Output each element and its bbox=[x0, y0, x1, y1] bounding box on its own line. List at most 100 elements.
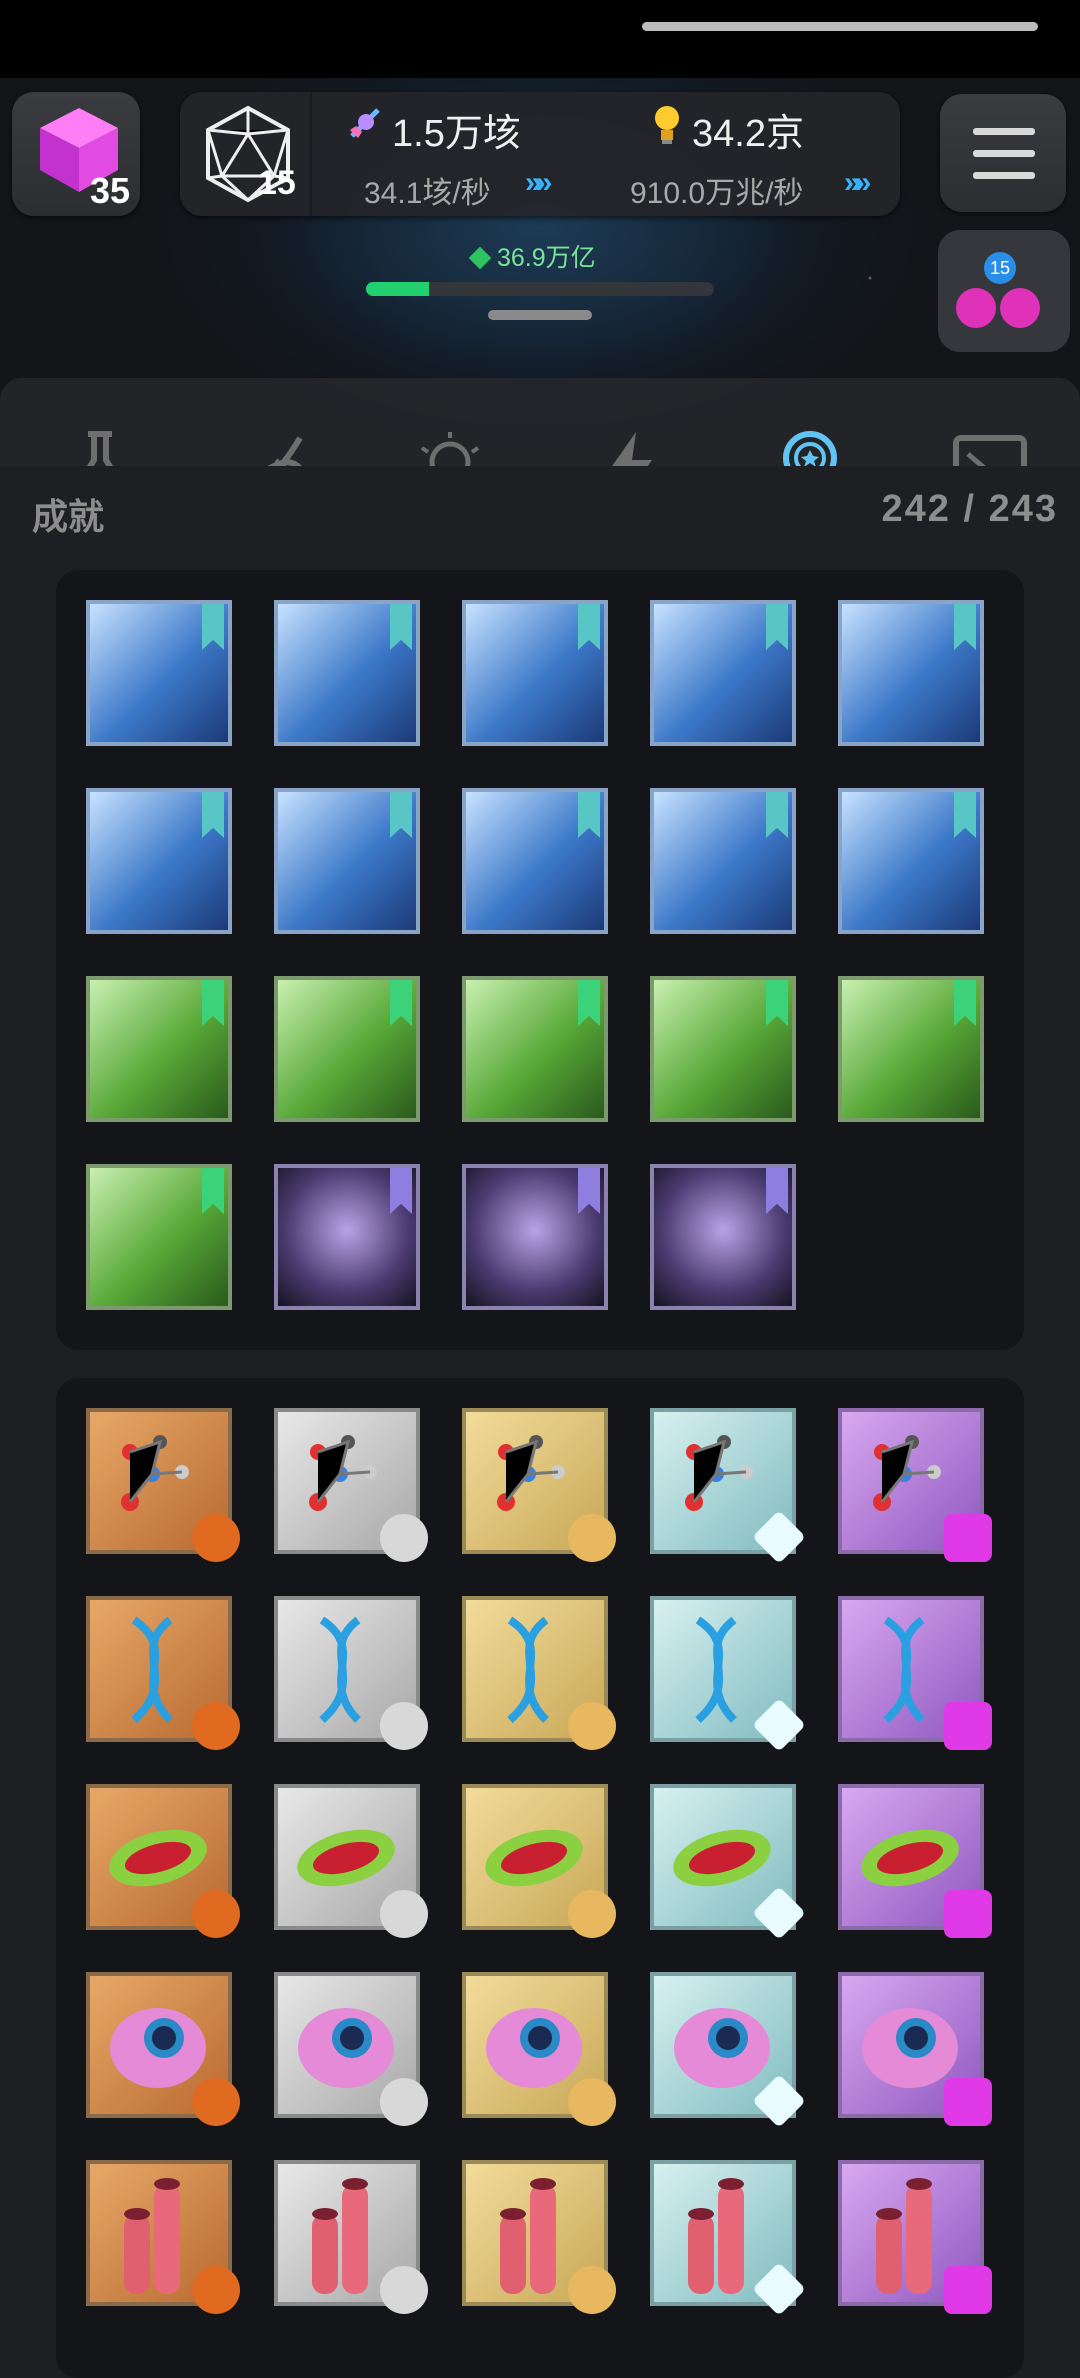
top-hud: 35 15 1.5万垓 34.1垓/秒 »» 34.2京 910.0万兆/秒 »… bbox=[0, 78, 1080, 466]
resource1-rate: 34.1垓/秒 bbox=[364, 177, 491, 210]
collection-tile-cell-gold[interactable] bbox=[462, 1972, 616, 2126]
achievement-tile-twin-stars[interactable] bbox=[650, 1164, 796, 1310]
achievement-tile-eagle[interactable] bbox=[838, 976, 984, 1122]
collection-tile-dna-strand-gold[interactable] bbox=[462, 1596, 616, 1750]
player-level: 35 bbox=[89, 170, 130, 211]
resource2-rate: 910.0万兆/秒 bbox=[630, 177, 804, 210]
collection-tile-dna-strand-amethyst[interactable] bbox=[838, 1596, 992, 1750]
achievement-tile-planet-moon[interactable] bbox=[462, 1164, 608, 1310]
tab-ideas[interactable]: 14 bbox=[390, 418, 510, 466]
collection-tile-tube-worms-silver[interactable] bbox=[274, 2160, 428, 2314]
resource1-boost-icon[interactable]: »» bbox=[525, 166, 552, 200]
tab-research[interactable]: 19 bbox=[40, 418, 160, 466]
bookmark-icon bbox=[202, 1168, 224, 1214]
bookmark-icon bbox=[766, 604, 788, 650]
bookmark-icon bbox=[954, 792, 976, 838]
pink-orb-icon bbox=[1000, 288, 1040, 328]
tab-energy[interactable] bbox=[570, 418, 690, 466]
collection-tile-molecule-diamond[interactable] bbox=[650, 1408, 806, 1564]
achievement-tile-people-walking[interactable] bbox=[838, 600, 984, 746]
gold-medal-icon bbox=[568, 1702, 616, 1750]
collection-tile-dna-strand-diamond[interactable] bbox=[650, 1596, 806, 1752]
bronze-medal-icon bbox=[192, 1890, 240, 1938]
collection-tile-tube-worms-gold[interactable] bbox=[462, 2160, 616, 2314]
resource-panel: 15 1.5万垓 34.1垓/秒 »» 34.2京 910.0万兆/秒 »» bbox=[180, 92, 900, 216]
achievement-tile-rock[interactable] bbox=[650, 600, 796, 746]
bronze-medal-icon bbox=[192, 1702, 240, 1750]
friends-button[interactable]: 15 bbox=[938, 230, 1070, 352]
gold-medal-icon bbox=[568, 2078, 616, 2126]
achievement-tile-jellyfish[interactable] bbox=[274, 600, 420, 746]
achievement-tile-fish[interactable] bbox=[462, 600, 608, 746]
lightning-icon bbox=[612, 432, 652, 466]
lightbulb-outline-icon bbox=[416, 432, 484, 466]
achievement-tile-dinosaur[interactable] bbox=[462, 976, 608, 1122]
collection-tile-molecule-silver[interactable] bbox=[274, 1408, 428, 1562]
amethyst-medal-icon bbox=[944, 1702, 992, 1750]
collection-tile-dna-strand-bronze[interactable] bbox=[86, 1596, 240, 1750]
collection-tile-molecule-gold[interactable] bbox=[462, 1408, 616, 1562]
collection-tile-bacterium-diamond[interactable] bbox=[650, 1784, 806, 1940]
achievement-tile-human-head[interactable] bbox=[86, 788, 232, 934]
achievement-tile-whale[interactable] bbox=[650, 788, 796, 934]
collection-tile-cell-amethyst[interactable] bbox=[838, 1972, 992, 2126]
collection-tile-bacterium-silver[interactable] bbox=[274, 1784, 428, 1938]
achievement-tile-galaxy[interactable] bbox=[274, 1164, 420, 1310]
bookmark-icon bbox=[390, 792, 412, 838]
collection-tile-cell-diamond[interactable] bbox=[650, 1972, 806, 2128]
player-level-button[interactable]: 35 bbox=[12, 92, 140, 216]
gold-medal-icon bbox=[568, 2266, 616, 2314]
bookmark-icon bbox=[390, 604, 412, 650]
achievement-tile-reptile[interactable] bbox=[650, 976, 796, 1122]
achievement-tile-bird-flying[interactable] bbox=[274, 976, 420, 1122]
tab-console[interactable] bbox=[930, 418, 1050, 466]
pink-orb-icon bbox=[956, 288, 996, 328]
collection-tile-bacterium-gold[interactable] bbox=[462, 1784, 616, 1938]
green-gem-icon bbox=[468, 246, 492, 270]
resource2-boost-icon[interactable]: »» bbox=[844, 166, 871, 200]
silver-medal-icon bbox=[380, 2266, 428, 2314]
achievement-tile-lion[interactable] bbox=[838, 788, 984, 934]
resource1-value: 1.5万垓 bbox=[392, 113, 521, 155]
collection-grid bbox=[56, 1378, 1024, 2378]
gem-value: 36.9万亿 bbox=[496, 244, 596, 272]
bookmark-icon bbox=[766, 980, 788, 1026]
collection-tile-bacterium-bronze[interactable] bbox=[86, 1784, 240, 1938]
collection-tile-tube-worms-diamond[interactable] bbox=[650, 2160, 806, 2316]
bookmark-icon bbox=[578, 604, 600, 650]
bookmark-icon bbox=[202, 980, 224, 1026]
achievement-tile-dna-helix[interactable] bbox=[86, 600, 232, 746]
bronze-medal-icon bbox=[192, 1514, 240, 1562]
collection-tile-tube-worms-amethyst[interactable] bbox=[838, 2160, 992, 2314]
dice-level: 15 bbox=[258, 164, 296, 202]
status-bar bbox=[0, 0, 1080, 78]
achievement-tile-dinosaur-skull[interactable] bbox=[86, 976, 232, 1122]
drawer-handle[interactable] bbox=[488, 310, 592, 320]
collection-tile-molecule-amethyst[interactable] bbox=[838, 1408, 992, 1562]
achievement-tile-pterodactyl[interactable] bbox=[86, 1164, 232, 1310]
rocket-icon bbox=[350, 108, 380, 138]
menu-button[interactable] bbox=[940, 94, 1066, 212]
collection-tile-cell-bronze[interactable] bbox=[86, 1972, 240, 2126]
tab-achievements[interactable] bbox=[750, 418, 870, 466]
flask-icon bbox=[86, 431, 114, 466]
category-tabs: 19 18 14 bbox=[0, 378, 1080, 466]
bookmark-icon bbox=[578, 980, 600, 1026]
collection-tile-tube-worms-bronze[interactable] bbox=[86, 2160, 240, 2314]
achievement-tile-human-face[interactable] bbox=[274, 788, 420, 934]
achievement-tile-earth-globe[interactable] bbox=[462, 788, 608, 934]
notification-badge: 15 bbox=[984, 252, 1016, 284]
collection-tile-dna-strand-silver[interactable] bbox=[274, 1596, 428, 1750]
tab-genetics[interactable]: 18 bbox=[210, 418, 330, 466]
bronze-medal-icon bbox=[192, 2078, 240, 2126]
collection-tile-bacterium-amethyst[interactable] bbox=[838, 1784, 992, 1938]
amethyst-medal-icon bbox=[944, 1890, 992, 1938]
silver-medal-icon bbox=[380, 1702, 428, 1750]
bookmark-icon bbox=[766, 1168, 788, 1214]
bookmark-icon bbox=[390, 980, 412, 1026]
status-pill bbox=[642, 22, 1038, 31]
achievement-count: 242 / 243 bbox=[881, 488, 1058, 530]
gold-medal-icon bbox=[568, 1890, 616, 1938]
collection-tile-molecule-bronze[interactable] bbox=[86, 1408, 240, 1562]
collection-tile-cell-silver[interactable] bbox=[274, 1972, 428, 2126]
